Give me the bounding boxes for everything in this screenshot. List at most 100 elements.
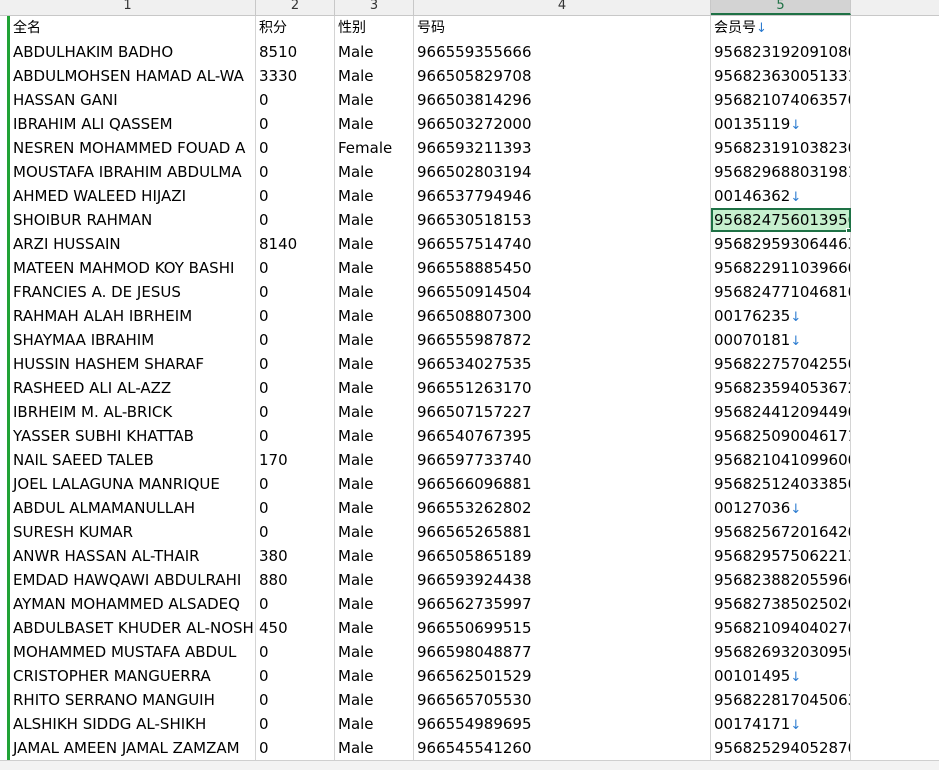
cell-member[interactable]: 956829688031981 <box>711 160 851 184</box>
cell-member[interactable]: 956823630051331 <box>711 64 851 88</box>
cell-points[interactable]: 0 <box>256 160 335 184</box>
cell-points[interactable]: 170 <box>256 448 335 472</box>
cell-points[interactable]: 0 <box>256 664 335 688</box>
cell-member[interactable]: 956822911039660 <box>711 256 851 280</box>
cell-name[interactable]: ABDULBASET KHUDER AL-NOSH <box>10 616 256 640</box>
cell-points[interactable]: 0 <box>256 256 335 280</box>
cell-member[interactable]: 956823191038230 <box>711 136 851 160</box>
cell-points[interactable]: 0 <box>256 352 335 376</box>
header-cell-name[interactable]: 全名 <box>10 16 256 40</box>
cell-phone[interactable]: 966505829708 <box>414 64 711 88</box>
cell-gender[interactable]: Male <box>335 616 414 640</box>
cell-points[interactable]: 0 <box>256 520 335 544</box>
cell-member[interactable]: 956824771046810 <box>711 280 851 304</box>
cell-name[interactable]: HUSSIN HASHEM SHARAF <box>10 352 256 376</box>
cell-phone[interactable]: 966559355666 <box>414 40 711 64</box>
cell-gender[interactable]: Male <box>335 352 414 376</box>
cell-phone[interactable]: 966598048877 <box>414 640 711 664</box>
cell-gender[interactable]: Male <box>335 304 414 328</box>
cell-phone[interactable]: 966545541260 <box>414 736 711 760</box>
cell-name[interactable]: ARZI HUSSAIN <box>10 232 256 256</box>
cell-points[interactable]: 0 <box>256 136 335 160</box>
cell-name[interactable]: AHMED WALEED HIJAZI <box>10 184 256 208</box>
cell-gender[interactable]: Male <box>335 448 414 472</box>
cell-points[interactable]: 880 <box>256 568 335 592</box>
cell-member[interactable]: 956826932030950 <box>711 640 851 664</box>
cell-name[interactable]: RHITO SERRANO MANGUIH <box>10 688 256 712</box>
cell-points[interactable]: 0 <box>256 640 335 664</box>
cell-phone[interactable]: 966503814296 <box>414 88 711 112</box>
cell-gender[interactable]: Male <box>335 736 414 760</box>
cell-member[interactable]: 00146362↓ <box>711 184 851 208</box>
cell-name[interactable]: CRISTOPHER MANGUERRA <box>10 664 256 688</box>
header-cell-phone[interactable]: 号码 <box>414 16 711 40</box>
cell-name[interactable]: JAMAL AMEEN JAMAL ZAMZAM <box>10 736 256 760</box>
cell-gender[interactable]: Male <box>335 64 414 88</box>
cell-name[interactable]: ABDUL ALMAMANULLAH <box>10 496 256 520</box>
cell-member[interactable]: 956825124033850 <box>711 472 851 496</box>
cell-gender[interactable]: Female <box>335 136 414 160</box>
cell-member[interactable]: 956821094040270 <box>711 616 851 640</box>
cell-member[interactable]: 956824412094490 <box>711 400 851 424</box>
cell-gender[interactable]: Male <box>335 424 414 448</box>
cell-gender[interactable]: Male <box>335 280 414 304</box>
cell-name[interactable]: MATEEN MAHMOD KOY BASHI <box>10 256 256 280</box>
cell-member[interactable]: 956829575062213 <box>711 544 851 568</box>
cell-phone[interactable]: 966550699515 <box>414 616 711 640</box>
cell-gender[interactable]: Male <box>335 232 414 256</box>
cell-points[interactable]: 0 <box>256 184 335 208</box>
cell-gender[interactable]: Male <box>335 112 414 136</box>
cell-gender[interactable]: Male <box>335 376 414 400</box>
cell-phone[interactable]: 966534027535 <box>414 352 711 376</box>
cell-points[interactable]: 0 <box>256 88 335 112</box>
cell-name[interactable]: ABDULHAKIM BADHO <box>10 40 256 64</box>
cell-points[interactable]: 8140 <box>256 232 335 256</box>
cell-name[interactable]: JOEL LALAGUNA MANRIQUE <box>10 472 256 496</box>
cell-gender[interactable]: Male <box>335 544 414 568</box>
header-cell-points[interactable]: 积分 <box>256 16 335 40</box>
cell-name[interactable]: HASSAN GANI <box>10 88 256 112</box>
cell-gender[interactable]: Male <box>335 208 414 232</box>
cell-name[interactable]: SURESH KUMAR <box>10 520 256 544</box>
cell-phone[interactable]: 966550914504 <box>414 280 711 304</box>
cell-points[interactable]: 380 <box>256 544 335 568</box>
cell-gender[interactable]: Male <box>335 472 414 496</box>
cell-member[interactable]: 00176235↓ <box>711 304 851 328</box>
column-header-1[interactable]: 1 <box>0 0 256 15</box>
cell-points[interactable]: 0 <box>256 472 335 496</box>
cell-member-selected[interactable]: 956824756013950 <box>711 208 851 232</box>
header-cell-gender[interactable]: 性别 <box>335 16 414 40</box>
cell-points[interactable]: 0 <box>256 592 335 616</box>
cell-member[interactable]: 956825294052870 <box>711 736 851 760</box>
cell-points[interactable]: 0 <box>256 208 335 232</box>
cell-member[interactable]: 956823192091080 <box>711 40 851 64</box>
cell-name[interactable]: IBRHEIM M. AL-BRICK <box>10 400 256 424</box>
cell-phone[interactable]: 966593924438 <box>414 568 711 592</box>
cell-gender[interactable]: Male <box>335 640 414 664</box>
cell-name[interactable]: AYMAN MOHAMMED ALSADEQ <box>10 592 256 616</box>
cell-name[interactable]: MOUSTAFA IBRAHIM ABDULMA <box>10 160 256 184</box>
cell-phone[interactable]: 966540767395 <box>414 424 711 448</box>
cell-gender[interactable]: Male <box>335 328 414 352</box>
cell-member[interactable]: 956829593064463 <box>711 232 851 256</box>
cell-name[interactable]: ALSHIKH SIDDG AL-SHIKH <box>10 712 256 736</box>
cell-phone[interactable]: 966566096881 <box>414 472 711 496</box>
cell-name[interactable]: ABDULMOHSEN HAMAD AL-WA <box>10 64 256 88</box>
column-header-3[interactable]: 3 <box>335 0 414 15</box>
cell-points[interactable]: 0 <box>256 712 335 736</box>
cell-member[interactable]: 00070181↓ <box>711 328 851 352</box>
cell-gender[interactable]: Male <box>335 184 414 208</box>
cell-points[interactable]: 0 <box>256 328 335 352</box>
cell-member[interactable]: 00135119↓ <box>711 112 851 136</box>
cell-points[interactable]: 0 <box>256 400 335 424</box>
cell-phone[interactable]: 966554989695 <box>414 712 711 736</box>
cell-points[interactable]: 0 <box>256 112 335 136</box>
cell-phone[interactable]: 966565265881 <box>414 520 711 544</box>
cell-member[interactable]: 956821041099600 <box>711 448 851 472</box>
cell-phone[interactable]: 966503272000 <box>414 112 711 136</box>
cell-member[interactable]: 956825090046171 <box>711 424 851 448</box>
cell-member[interactable]: 00127036↓ <box>711 496 851 520</box>
cell-phone[interactable]: 966505865189 <box>414 544 711 568</box>
cell-phone[interactable]: 966502803194 <box>414 160 711 184</box>
cell-name[interactable]: IBRAHIM ALI QASSEM <box>10 112 256 136</box>
